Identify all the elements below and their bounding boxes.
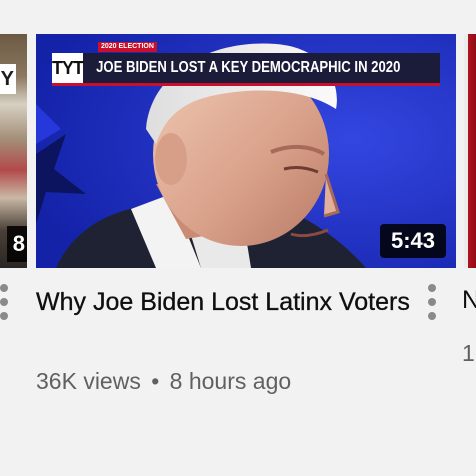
more-vert-icon-dot xyxy=(0,298,8,306)
next-video-title[interactable]: N xyxy=(462,286,476,315)
next-video-thumbnail[interactable] xyxy=(464,34,476,268)
video-meta: 36K views • 8 hours ago xyxy=(36,368,291,395)
duration-badge: 5:43 xyxy=(380,224,446,258)
meta-separator: • xyxy=(151,368,160,394)
previous-more-button[interactable] xyxy=(0,284,10,324)
more-vert-icon-dot xyxy=(428,298,436,306)
more-vert-icon-dot xyxy=(428,312,436,320)
more-options-button[interactable] xyxy=(426,284,438,324)
video-thumbnail[interactable]: 2020 ELECTION TYT JOE BIDEN LOST A KEY D… xyxy=(36,34,456,268)
banner-headline: JOE BIDEN LOST A KEY DEMOCRAPHIC IN 2020 xyxy=(96,59,401,76)
previous-duration-badge: 8 xyxy=(7,226,27,262)
category-tag: 2020 ELECTION xyxy=(98,42,157,52)
video-feed-row: Y 8 2020 ELECTION TYT JOE BIDEN LOST A K… xyxy=(0,0,476,476)
more-vert-icon-dot xyxy=(0,312,8,320)
next-video-meta: 1 xyxy=(462,340,475,366)
more-vert-icon xyxy=(0,284,8,292)
upload-age: 8 hours ago xyxy=(169,368,292,394)
video-title[interactable]: Why Joe Biden Lost Latinx Voters xyxy=(36,286,416,318)
more-vert-icon xyxy=(428,284,436,292)
view-count: 36K views xyxy=(36,368,141,394)
headline-banner: TYT JOE BIDEN LOST A KEY DEMOCRAPHIC IN … xyxy=(52,53,440,86)
channel-logo: TYT xyxy=(52,53,84,83)
previous-video-thumbnail[interactable]: Y 8 xyxy=(0,34,27,268)
previous-thumb-text: Y xyxy=(0,64,16,94)
